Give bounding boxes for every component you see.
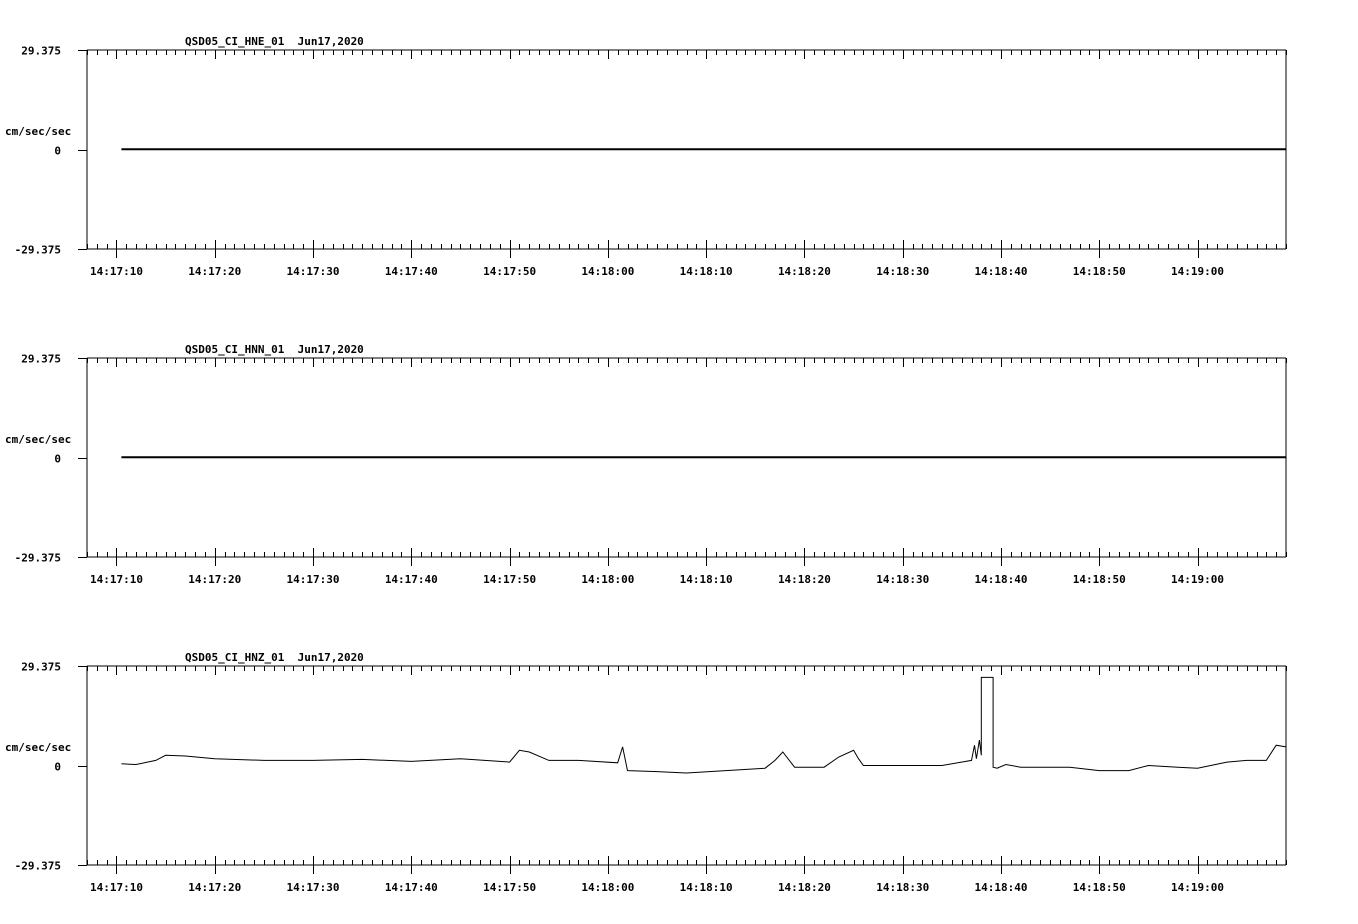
x-tick-label: 14:18:00 [581, 881, 634, 894]
x-tick-label: 14:17:20 [188, 881, 241, 894]
x-tick-label: 14:17:20 [188, 265, 241, 278]
x-tick-label: 14:18:00 [581, 573, 634, 586]
x-tick-label: 14:17:50 [483, 573, 536, 586]
waveform-trace [121, 676, 1287, 774]
y-tick-label: 29.375 [21, 353, 61, 366]
x-tick-label: 14:18:30 [876, 265, 929, 278]
x-tick-label: 14:19:00 [1171, 881, 1224, 894]
plot-title: QSD05_CI_HNZ_01 Jun17,2020 [185, 651, 364, 664]
x-tick-label: 14:18:20 [778, 265, 831, 278]
x-tick-label: 14:18:40 [974, 881, 1027, 894]
y-tick-label: -29.375 [15, 860, 61, 873]
x-tick-label: 14:19:00 [1171, 265, 1224, 278]
x-tick-label: 14:17:40 [385, 265, 438, 278]
x-tick-label: 14:17:10 [90, 265, 143, 278]
y-axis-label: cm/sec/sec [5, 433, 71, 446]
x-tick-label: 14:18:50 [1073, 573, 1126, 586]
seismogram-figure: 14:17:10 14:17:20 14:17:30 14:17:40 14:17:50… [5, 35, 1287, 894]
x-tick-label: 14:17:40 [385, 573, 438, 586]
x-tick-label: 14:18:10 [680, 265, 733, 278]
x-tick-label: 14:17:50 [483, 265, 536, 278]
x-tick-label: 14:18:00 [581, 265, 634, 278]
x-tick-label: 14:17:20 [188, 573, 241, 586]
x-tick-label: 14:17:10 [90, 881, 143, 894]
x-tick-label: 14:18:40 [974, 573, 1027, 586]
x-tick-label: 14:18:30 [876, 881, 929, 894]
x-tick-label: 14:18:20 [778, 881, 831, 894]
y-axis-label: cm/sec/sec [5, 741, 71, 754]
y-tick-label: 29.375 [21, 661, 61, 674]
x-tick-label: 14:19:00 [1171, 573, 1224, 586]
x-tick-label: 14:17:10 [90, 573, 143, 586]
y-tick-label: 0 [54, 145, 61, 158]
x-tick-label: 14:18:50 [1073, 265, 1126, 278]
x-tick-label: 14:18:10 [680, 573, 733, 586]
x-tick-label: 14:18:40 [974, 265, 1027, 278]
panel-1: 14:17:10 14:17:20 14:17:30 14:17:40 14:17:50… [5, 35, 1287, 278]
y-tick-label: -29.375 [15, 244, 61, 257]
x-tick-label: 14:17:40 [385, 881, 438, 894]
x-tick-label: 14:18:20 [778, 573, 831, 586]
plot-title: QSD05_CI_HNN_01 Jun17,2020 [185, 343, 364, 356]
plot-title: QSD05_CI_HNE_01 Jun17,2020 [185, 35, 364, 48]
x-tick-label: 14:17:50 [483, 881, 536, 894]
y-tick-label: 0 [54, 761, 61, 774]
y-axis-label: cm/sec/sec [5, 125, 71, 138]
panel-2: 14:17:10 14:17:20 14:17:30 14:17:40 14:17:50… [5, 343, 1287, 586]
y-tick-label: 0 [54, 453, 61, 466]
y-tick-label: 29.375 [21, 45, 61, 58]
x-tick-label: 14:17:30 [287, 573, 340, 586]
x-tick-label: 14:18:30 [876, 573, 929, 586]
x-tick-label: 14:17:30 [287, 881, 340, 894]
x-tick-label: 14:17:30 [287, 265, 340, 278]
x-tick-label: 14:18:50 [1073, 881, 1126, 894]
y-tick-label: -29.375 [15, 552, 61, 565]
panel-3: 14:17:10 14:17:20 14:17:30 14:17:40 14:17:50… [5, 651, 1287, 894]
x-tick-label: 14:18:10 [680, 881, 733, 894]
